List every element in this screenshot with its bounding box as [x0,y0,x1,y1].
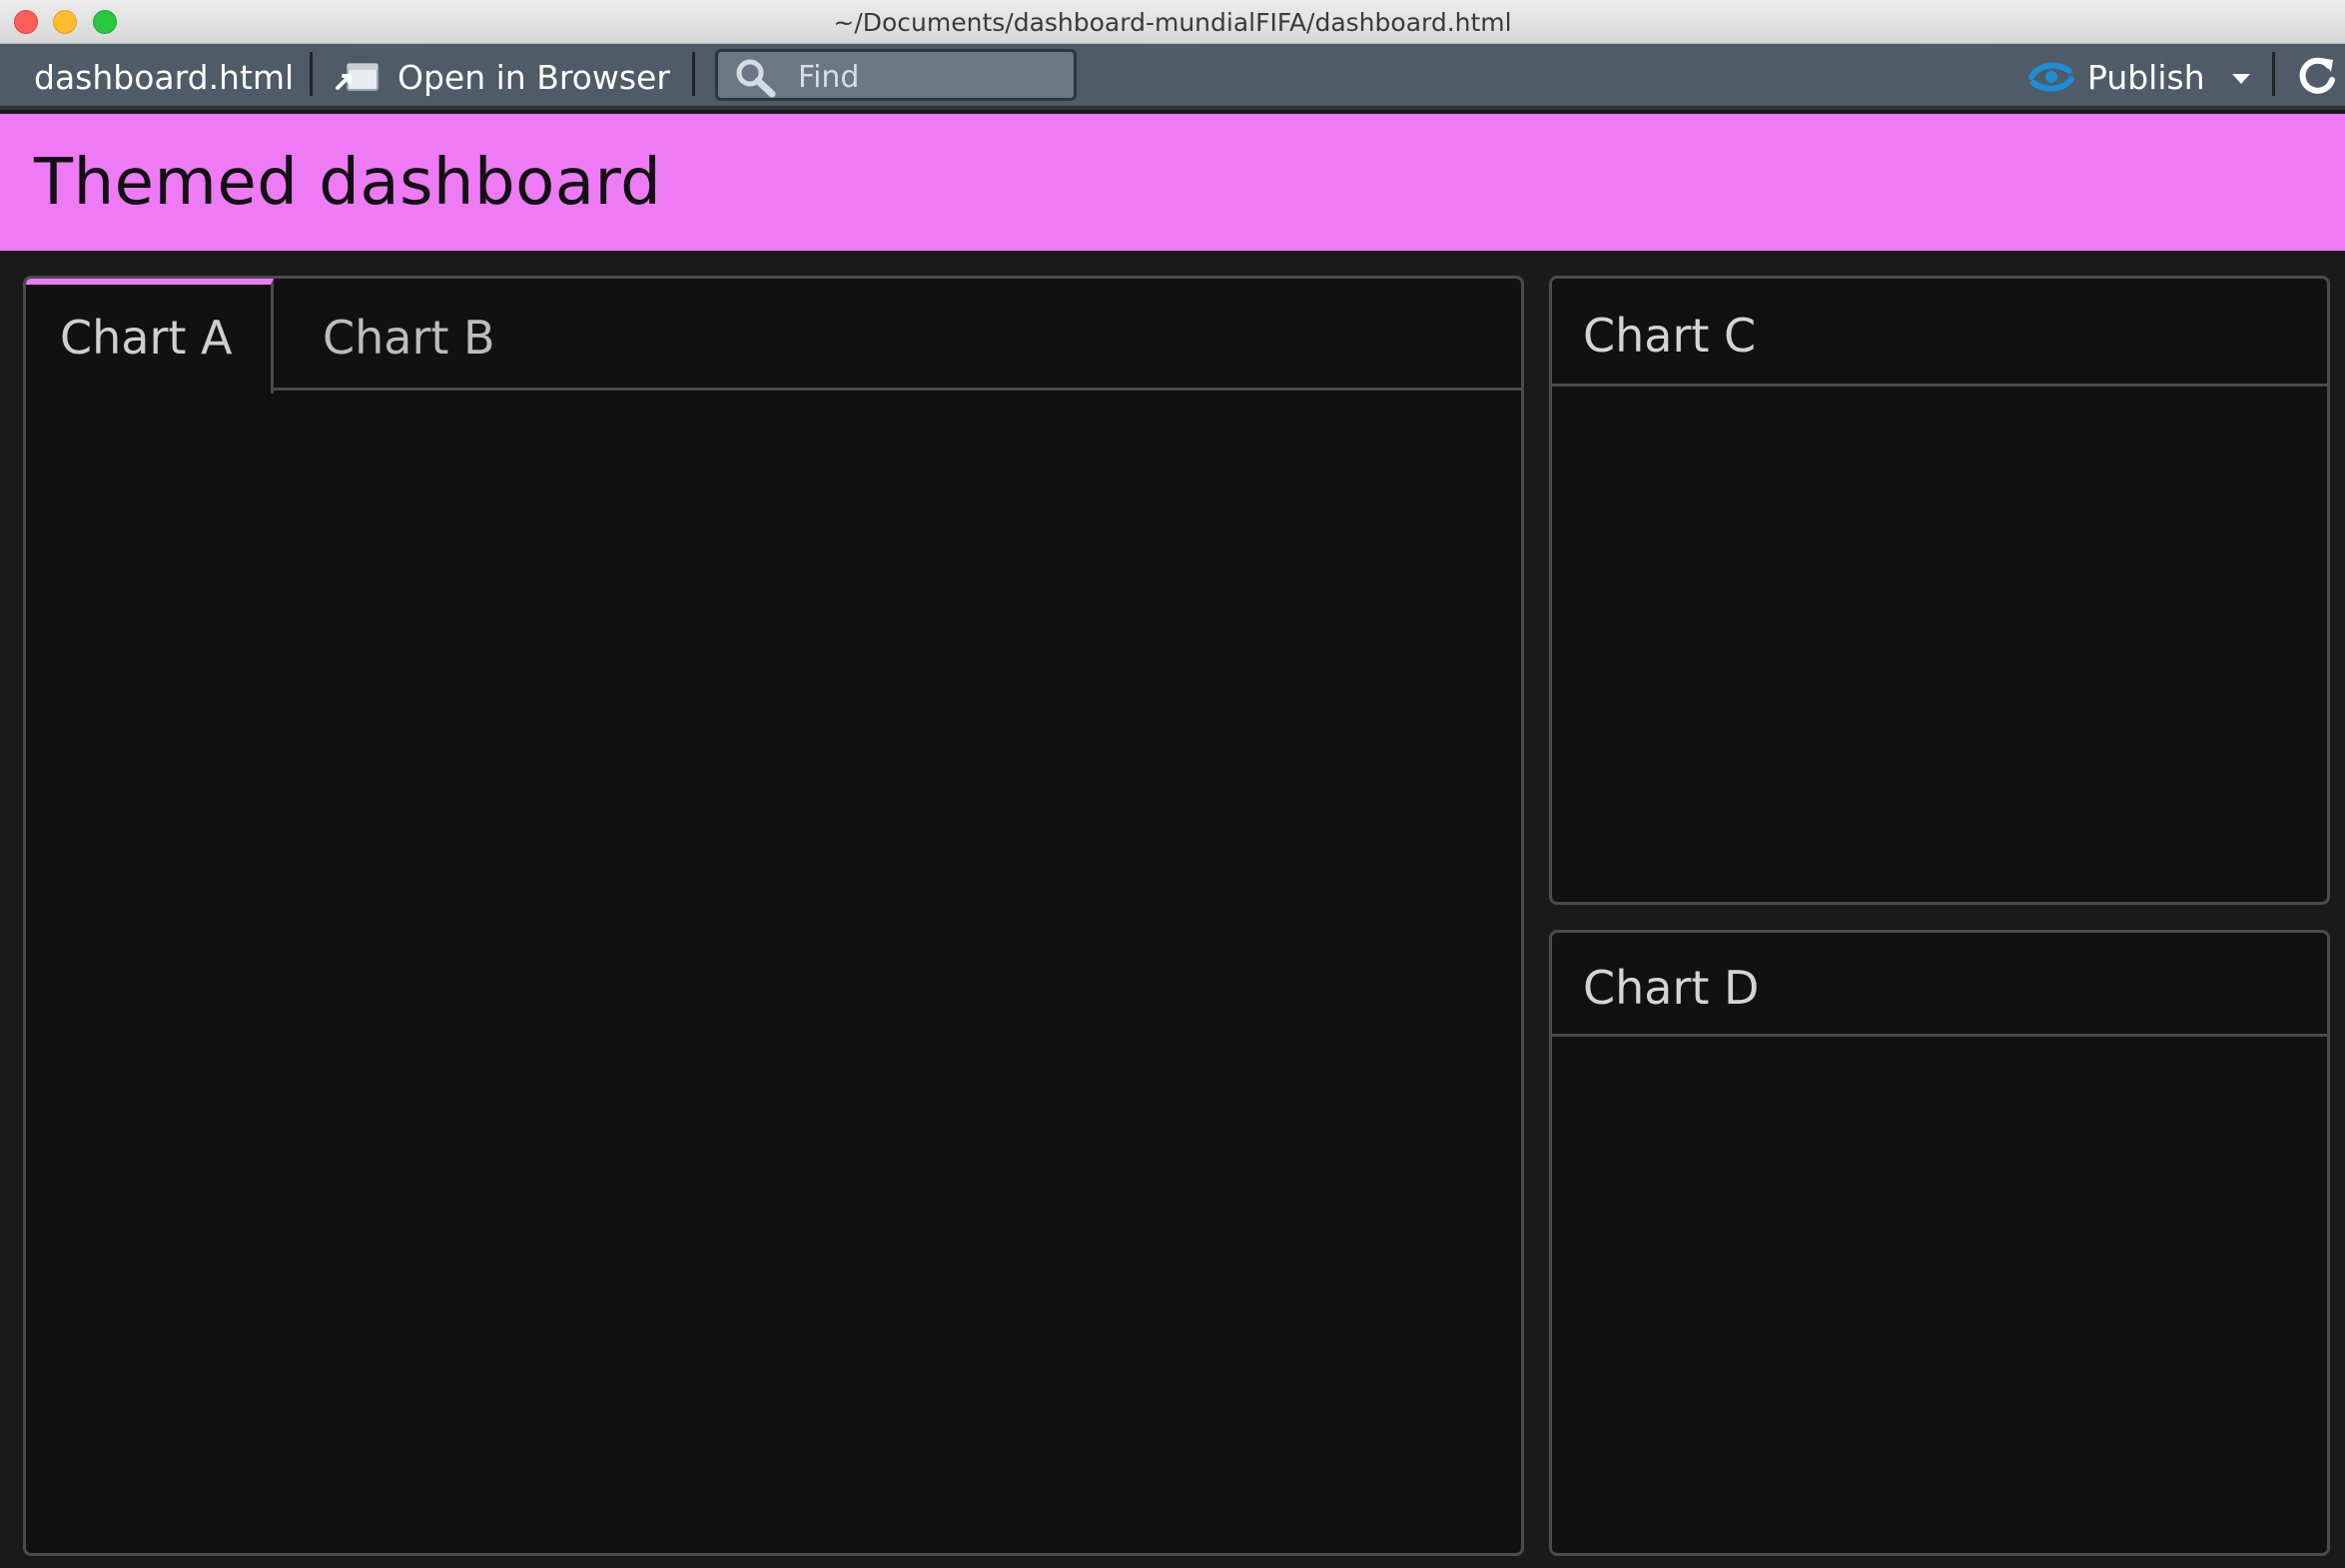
tab-chart-a[interactable]: Chart A [26,279,274,393]
dashboard-header: Themed dashboard [0,114,2345,251]
search-icon [734,58,778,103]
publish-icon [2025,57,2077,102]
toolbar-divider [692,52,695,96]
find-box[interactable] [715,49,1077,101]
chart-c-card: Chart C [1549,276,2330,905]
tabbed-chart-panel: Chart A Chart B [23,276,1524,1556]
chart-c-body [1552,390,2327,902]
tab-strip: Chart A Chart B [26,279,1521,393]
refresh-icon[interactable] [2295,54,2339,103]
chart-a-body [26,393,1521,1553]
toolbar-divider [310,52,313,96]
dashboard-title: Themed dashboard [34,146,662,220]
find-input[interactable] [798,60,1068,94]
window-title: ~/Documents/dashboard-mundialFIFA/dashbo… [833,8,1512,37]
card-title-chart-c: Chart C [1583,309,1757,363]
card-title-chart-d: Chart D [1583,961,1760,1015]
window-titlebar: ~/Documents/dashboard-mundialFIFA/dashbo… [0,0,2345,44]
publish-label: Publish [2087,58,2205,97]
file-name-label: dashboard.html [34,58,295,97]
tab-chart-b[interactable]: Chart B [323,279,495,391]
browser-icon [336,58,382,99]
open-in-browser-label: Open in Browser [397,58,670,97]
card-header: Chart C [1552,279,2327,387]
chevron-down-icon[interactable] [2231,72,2251,90]
viewer-toolbar: dashboard.html Open in Browser Find Publ… [0,44,2345,110]
chart-d-card: Chart D [1549,930,2330,1556]
card-header: Chart D [1552,933,2327,1037]
chart-d-body [1552,1040,2327,1553]
toolbar-divider [2272,52,2275,96]
